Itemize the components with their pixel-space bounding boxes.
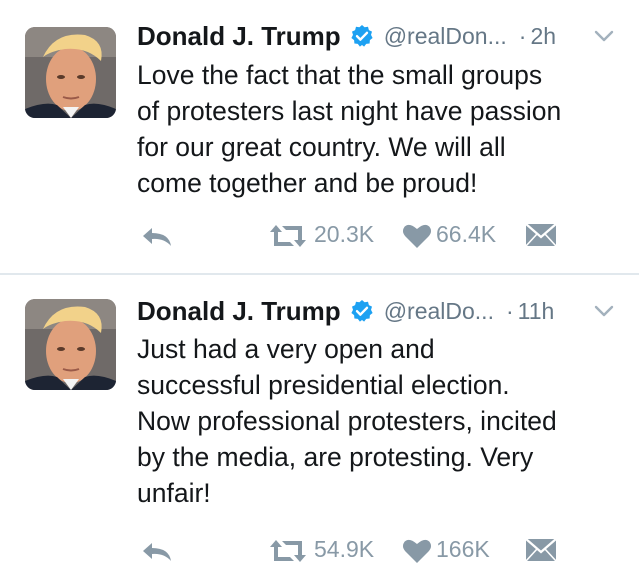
heart-icon[interactable] xyxy=(402,223,432,249)
author-name[interactable]: Donald J. Trump xyxy=(137,21,341,52)
verified-badge-icon xyxy=(350,299,374,323)
timestamp[interactable]: 2h xyxy=(530,23,556,50)
direct-message-icon[interactable] xyxy=(524,537,558,563)
verified-badge-icon xyxy=(350,24,374,48)
retweet-count: 20.3K xyxy=(314,221,375,247)
reply-icon[interactable] xyxy=(140,225,174,249)
avatar[interactable] xyxy=(25,299,116,390)
tweet[interactable]: Donald J. Trump @realDon... · 2h Love th… xyxy=(0,0,639,274)
reply-icon[interactable] xyxy=(140,540,174,564)
retweet-icon[interactable] xyxy=(266,538,310,564)
tweet-header: Donald J. Trump @realDo... · 11h xyxy=(137,294,625,328)
heart-icon[interactable] xyxy=(402,538,432,564)
retweet-icon[interactable] xyxy=(266,223,310,249)
tweet-header: Donald J. Trump @realDon... · 2h xyxy=(137,19,625,53)
direct-message-icon[interactable] xyxy=(524,222,558,248)
like-count: 66.4K xyxy=(436,221,497,247)
tweet[interactable]: Donald J. Trump @realDo... · 11h Just ha… xyxy=(0,275,639,577)
tweet-text: Just had a very open and successful pres… xyxy=(137,334,557,508)
separator-dot: · xyxy=(518,22,527,49)
author-name[interactable]: Donald J. Trump xyxy=(137,296,341,327)
like-count: 166K xyxy=(436,536,490,562)
author-handle[interactable]: @realDo... xyxy=(384,298,494,325)
avatar[interactable] xyxy=(25,27,116,118)
author-handle[interactable]: @realDon... xyxy=(384,23,507,50)
tweet-actions: 54.9K 166K xyxy=(0,530,639,570)
tweet-text: Love the fact that the small groups of p… xyxy=(137,60,562,198)
separator-dot: · xyxy=(505,297,514,324)
tweet-actions: 20.3K 66.4K xyxy=(0,215,639,255)
chevron-down-icon[interactable] xyxy=(593,28,615,44)
timestamp[interactable]: 11h xyxy=(518,298,555,325)
retweet-count: 54.9K xyxy=(314,536,375,562)
chevron-down-icon[interactable] xyxy=(593,303,615,319)
